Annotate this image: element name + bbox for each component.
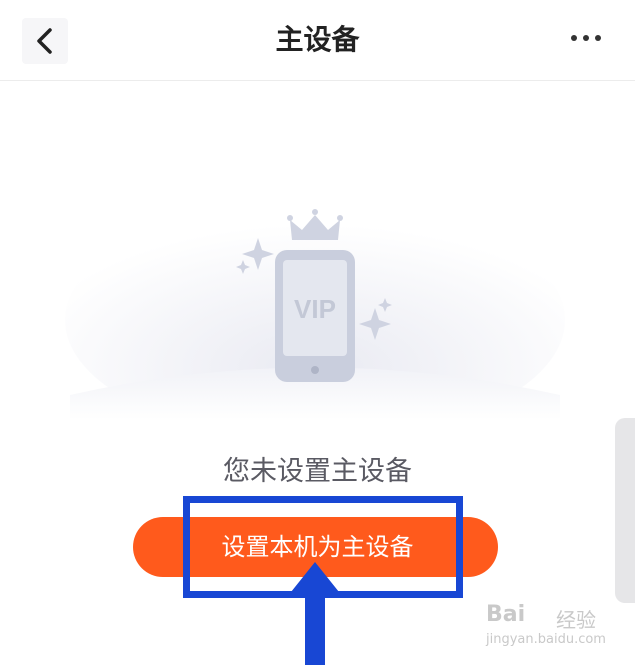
page-title: 主设备	[275, 23, 360, 56]
watermark-brand: Bai	[486, 602, 526, 627]
watermark-text: 经验	[556, 608, 596, 632]
scrollbar[interactable]	[615, 418, 635, 603]
watermark: Bai 经验 jingyan.baidu.com	[486, 596, 606, 656]
more-dots-icon	[571, 35, 601, 41]
vip-label: VIP	[294, 294, 336, 324]
arrow-up-icon	[291, 562, 339, 665]
top-bar: 主设备	[0, 0, 635, 81]
more-button[interactable]	[566, 26, 610, 54]
vip-phone-crown-illustration: VIP	[65, 200, 565, 420]
empty-state-message: 您未设置主设备	[223, 456, 412, 487]
watermark-url: jingyan.baidu.com	[486, 632, 606, 647]
